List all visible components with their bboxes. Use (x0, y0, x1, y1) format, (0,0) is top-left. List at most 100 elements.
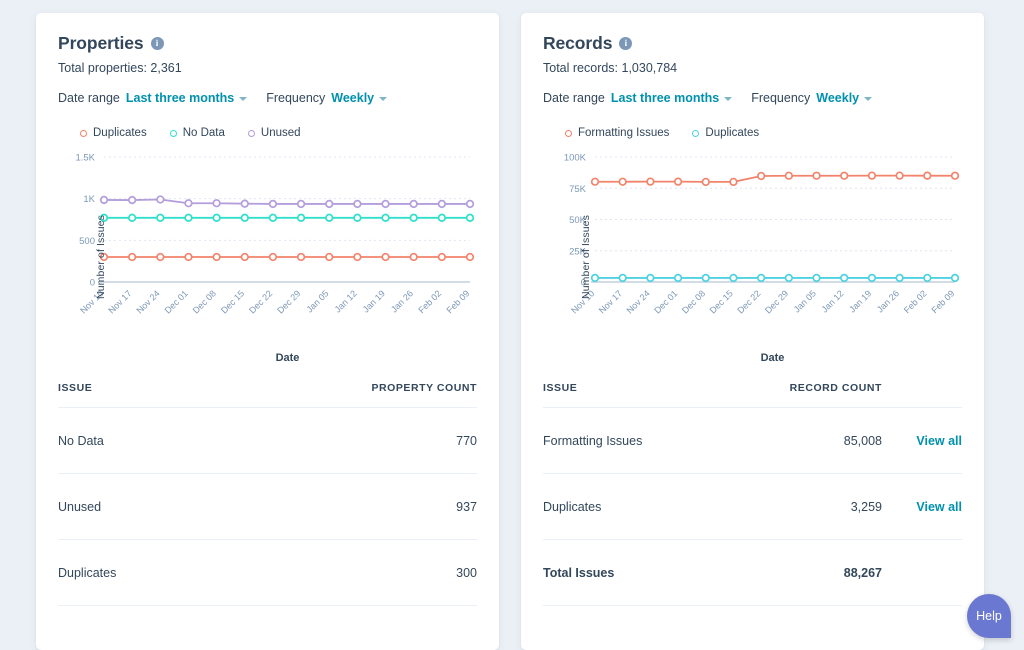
cell-total-actions (882, 540, 962, 606)
records-controls: Date range Last three months Frequency W… (543, 91, 962, 105)
legend-label: Duplicates (705, 127, 759, 139)
properties-chart: Number of Issues 05001K1.5KNov 10Nov 17N… (58, 149, 477, 364)
help-button-label: Help (976, 609, 1002, 623)
view-all-link[interactable]: View all (916, 500, 962, 514)
svg-text:Dec 15: Dec 15 (708, 288, 735, 315)
svg-text:Dec 15: Dec 15 (219, 288, 246, 315)
svg-text:Feb 02: Feb 02 (416, 288, 443, 315)
svg-text:Nov 24: Nov 24 (625, 288, 652, 315)
cell-issue: Formatting Issues (543, 408, 719, 474)
cell-record-count: 3,259 (719, 474, 882, 540)
cell-property-count: 300 (207, 540, 477, 606)
records-line-chart-svg: 025K50K75K100KNov 10Nov 17Nov 24Dec 01De… (543, 149, 963, 334)
frequency-label: Frequency (266, 91, 325, 105)
records-chart: Number of Issues 025K50K75K100KNov 10Nov… (543, 149, 962, 364)
frequency-dropdown[interactable]: Weekly (816, 91, 872, 105)
legend-item-duplicates[interactable]: Duplicates (692, 127, 759, 139)
properties-header: Properties i (58, 33, 477, 54)
svg-text:Nov 17: Nov 17 (106, 288, 133, 315)
cell-actions: View all (882, 474, 962, 540)
legend-marker-icon (248, 130, 255, 137)
svg-text:1K: 1K (83, 194, 95, 205)
properties-controls: Date range Last three months Frequency W… (58, 91, 477, 105)
col-issue: ISSUE (58, 382, 207, 408)
properties-card: Properties i Total properties: 2,361 Dat… (36, 13, 499, 650)
properties-table: ISSUE PROPERTY COUNT No Data770Unused937… (58, 382, 477, 606)
legend-item-no-data[interactable]: No Data (170, 127, 225, 139)
col-record-count: RECORD COUNT (719, 382, 882, 408)
svg-text:Dec 29: Dec 29 (763, 288, 790, 315)
frequency-value: Weekly (331, 91, 374, 105)
svg-text:Nov 24: Nov 24 (134, 288, 161, 315)
table-row: Unused937 (58, 474, 477, 540)
properties-line-chart-svg: 05001K1.5KNov 10Nov 17Nov 24Dec 01Dec 08… (58, 149, 478, 334)
x-axis-title: Date (58, 352, 477, 364)
records-card: Records i Total records: 1,030,784 Date … (521, 13, 984, 650)
date-range-dropdown[interactable]: Last three months (126, 91, 247, 105)
svg-text:Jan 05: Jan 05 (304, 288, 330, 314)
cell-issue: Unused (58, 474, 207, 540)
help-button[interactable]: Help (967, 594, 1011, 638)
chevron-down-icon (379, 97, 387, 101)
page-title: Records (543, 33, 612, 54)
svg-text:1.5K: 1.5K (75, 153, 95, 164)
records-total: Total records: 1,030,784 (543, 61, 962, 75)
cell-record-count: 85,008 (719, 408, 882, 474)
properties-chart-legend: Duplicates No Data Unused (80, 127, 477, 139)
svg-text:100K: 100K (564, 153, 587, 164)
svg-text:Dec 01: Dec 01 (652, 288, 679, 315)
date-range-value: Last three months (611, 91, 719, 105)
table-row: Duplicates300 (58, 540, 477, 606)
table-header-row: ISSUE RECORD COUNT (543, 382, 962, 408)
svg-text:Dec 08: Dec 08 (191, 288, 218, 315)
svg-text:Dec 08: Dec 08 (680, 288, 707, 315)
svg-text:Jan 26: Jan 26 (875, 288, 901, 314)
table-row: Duplicates3,259View all (543, 474, 962, 540)
chevron-down-icon (724, 97, 732, 101)
legend-item-formatting-issues[interactable]: Formatting Issues (565, 127, 669, 139)
info-icon[interactable]: i (151, 37, 164, 50)
col-issue: ISSUE (543, 382, 719, 408)
col-property-count: PROPERTY COUNT (207, 382, 477, 408)
cell-property-count: 770 (207, 408, 477, 474)
cell-property-count: 937 (207, 474, 477, 540)
date-range-dropdown[interactable]: Last three months (611, 91, 732, 105)
records-header: Records i (543, 33, 962, 54)
legend-label: No Data (183, 127, 225, 139)
svg-text:Jan 12: Jan 12 (819, 288, 845, 314)
chevron-down-icon (864, 97, 872, 101)
frequency-label: Frequency (751, 91, 810, 105)
legend-item-duplicates[interactable]: Duplicates (80, 127, 147, 139)
table-row: Formatting Issues85,008 View all (543, 408, 962, 474)
cell-issue: No Data (58, 408, 207, 474)
col-actions (882, 382, 962, 408)
date-range-label: Date range (543, 91, 605, 105)
svg-text:Feb 02: Feb 02 (902, 288, 929, 315)
records-table: ISSUE RECORD COUNT Formatting Issues85,0… (543, 382, 962, 606)
chevron-down-icon (239, 97, 247, 101)
legend-item-unused[interactable]: Unused (248, 127, 301, 139)
cell-total-count: 88,267 (719, 540, 882, 606)
cell-actions: View all (882, 408, 962, 474)
svg-text:Feb 09: Feb 09 (445, 288, 472, 315)
cell-total-label: Total Issues (543, 540, 719, 606)
legend-marker-icon (565, 130, 572, 137)
x-axis-title: Date (543, 352, 962, 364)
svg-text:Jan 19: Jan 19 (361, 288, 387, 314)
info-icon[interactable]: i (619, 37, 632, 50)
frequency-dropdown[interactable]: Weekly (331, 91, 387, 105)
svg-text:Dec 29: Dec 29 (275, 288, 302, 315)
legend-marker-icon (692, 130, 699, 137)
date-range-value: Last three months (126, 91, 234, 105)
view-all-link[interactable]: View all (916, 434, 962, 448)
svg-text:Dec 01: Dec 01 (163, 288, 190, 315)
svg-text:75K: 75K (569, 184, 587, 195)
cell-issue: Duplicates (58, 540, 207, 606)
svg-text:Jan 12: Jan 12 (333, 288, 359, 314)
properties-total: Total properties: 2,361 (58, 61, 477, 75)
legend-label: Unused (261, 127, 301, 139)
legend-label: Duplicates (93, 127, 147, 139)
svg-text:Feb 09: Feb 09 (930, 288, 957, 315)
page-title: Properties (58, 33, 144, 54)
svg-text:Dec 22: Dec 22 (735, 288, 762, 315)
